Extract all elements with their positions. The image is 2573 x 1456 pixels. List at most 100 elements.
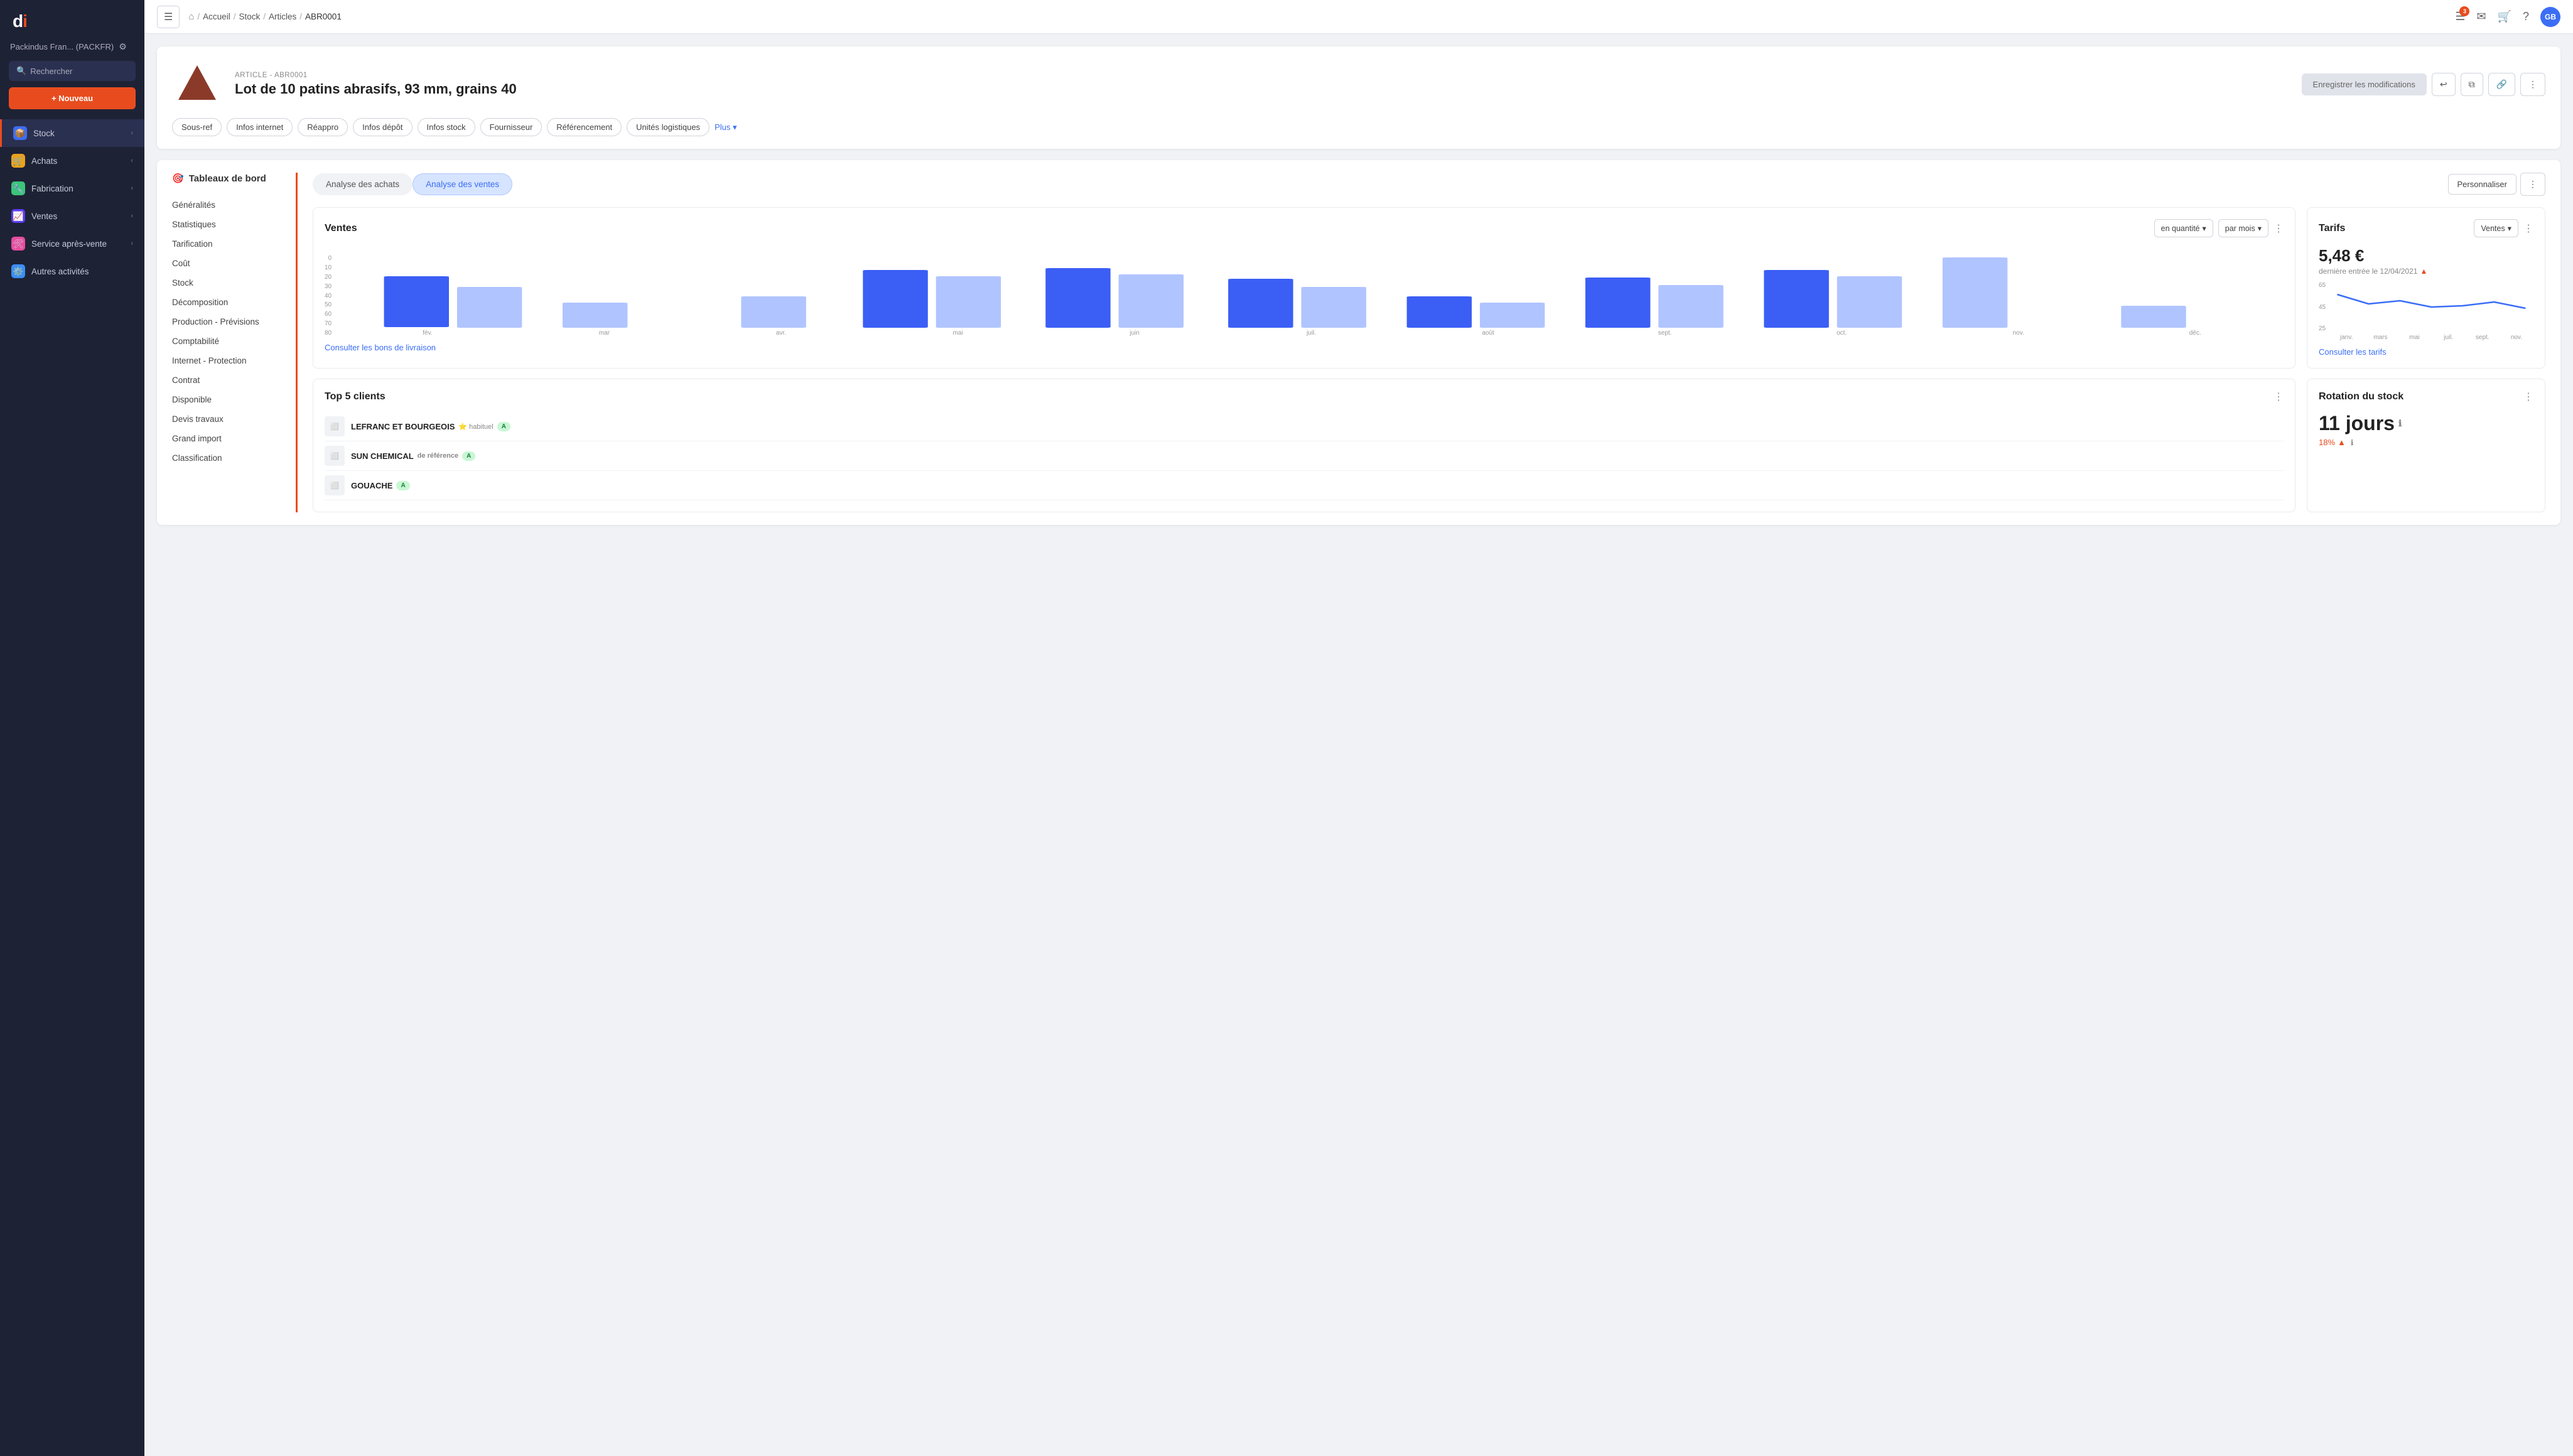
quantity-filter[interactable]: en quantité ▾: [2154, 219, 2213, 237]
menu-cout[interactable]: Coût: [172, 254, 283, 273]
more-button[interactable]: ⋮: [2520, 73, 2545, 96]
x-axis-labels: fév. mar avr. mai juin juil. août sept. …: [335, 330, 2284, 337]
sidebar-logo: di: [0, 0, 144, 38]
personnaliser-button[interactable]: Personnaliser: [2448, 174, 2517, 195]
copy-button[interactable]: ⧉: [2461, 73, 2483, 96]
rotation-more[interactable]: ⋮: [2523, 391, 2533, 403]
sidebar-item-autres[interactable]: ⚙️ Autres activités: [0, 257, 144, 285]
article-header: ARTICLE - ABR0001 Lot de 10 patins abras…: [172, 59, 2545, 109]
tarifs-chart-card: Tarifs Ventes ▾ ⋮ 5,48 € dernière entrée…: [2307, 207, 2545, 369]
cart-icon[interactable]: 🛒: [2498, 10, 2511, 23]
rotation-header: Rotation du stock ⋮: [2319, 391, 2533, 403]
tab-unites-logistiques[interactable]: Unités logistiques: [627, 118, 709, 136]
hamburger-button[interactable]: ☰: [157, 6, 180, 28]
dashboard-title: 🎯 Tableaux de bord: [172, 173, 283, 184]
client-badge-3: A: [396, 481, 409, 490]
sidebar-item-ventes[interactable]: 📈 Ventes ‹: [0, 202, 144, 230]
client-name-3: GOUACHE A: [351, 481, 2284, 490]
menu-contrat[interactable]: Contrat: [172, 370, 283, 390]
tab-referencement[interactable]: Référencement: [547, 118, 622, 136]
achats-icon: 🛒: [11, 154, 25, 168]
tarifs-y-axis: 65 45 25: [2319, 282, 2329, 332]
breadcrumb-stock[interactable]: Stock: [239, 12, 260, 21]
tab-fournisseur[interactable]: Fournisseur: [480, 118, 542, 136]
topbar-right: ☰ 3 ✉ 🛒 ? GB: [2455, 7, 2560, 27]
menu-grand-import[interactable]: Grand import: [172, 429, 283, 448]
dashboard-icon: 🎯: [172, 173, 184, 184]
link-button[interactable]: 🔗: [2488, 73, 2515, 96]
menu-tarification[interactable]: Tarification: [172, 234, 283, 254]
home-icon: ⌂: [188, 11, 194, 22]
user-avatar[interactable]: GB: [2540, 7, 2560, 27]
tarifs-link[interactable]: Consulter les tarifs: [2319, 347, 2533, 357]
stock-icon: 📦: [13, 126, 27, 140]
sidebar-item-fabrication[interactable]: 🔧 Fabrication ‹: [0, 175, 144, 202]
ventes-icon: 📈: [11, 209, 25, 223]
sidebar-item-service[interactable]: 🛠 Service après-vente ‹: [0, 230, 144, 257]
menu-generalites[interactable]: Généralités: [172, 195, 283, 215]
ventes-chart-more[interactable]: ⋮: [2274, 222, 2284, 235]
dashboard-menu: 🎯 Tableaux de bord Généralités Statistiq…: [172, 173, 298, 512]
sidebar-label-autres: Autres activités: [31, 267, 89, 276]
menu-disponible[interactable]: Disponible: [172, 390, 283, 409]
menu-decomposition[interactable]: Décomposition: [172, 293, 283, 312]
tarifs-chart-controls: Ventes ▾ ⋮: [2474, 219, 2533, 237]
tab-infos-stock[interactable]: Infos stock: [418, 118, 475, 136]
tarifs-chart-more[interactable]: ⋮: [2523, 222, 2533, 235]
more-tabs-button[interactable]: Plus ▾: [715, 118, 736, 136]
logo-icon: di: [13, 11, 27, 31]
dashboard-more-button[interactable]: ⋮: [2520, 173, 2545, 196]
line-chart: janv. mars mai juil. sept. nov.: [2329, 282, 2533, 341]
fabrication-icon: 🔧: [11, 181, 25, 195]
menu-stock[interactable]: Stock: [172, 273, 283, 293]
article-info: ARTICLE - ABR0001 Lot de 10 patins abras…: [235, 72, 2289, 97]
client-icon-1: ⬜: [325, 416, 345, 436]
livraison-link[interactable]: Consulter les bons de livraison: [325, 343, 2284, 352]
tarifs-filter[interactable]: Ventes ▾: [2474, 219, 2518, 237]
help-icon[interactable]: ?: [2523, 10, 2529, 23]
breadcrumb: ⌂ / Accueil / Stock / Articles / ABR0001: [188, 11, 341, 22]
sidebar-item-achats[interactable]: 🛒 Achats ‹: [0, 147, 144, 175]
ref-badge: de référence: [418, 452, 458, 460]
list-icon[interactable]: ☰ 3: [2455, 10, 2465, 23]
rotation-trend-icon: ▲: [2338, 438, 2346, 447]
service-icon: 🛠: [11, 237, 25, 251]
menu-internet-protection[interactable]: Internet - Protection: [172, 351, 283, 370]
top5-more[interactable]: ⋮: [2274, 391, 2284, 403]
sidebar-label-ventes: Ventes: [31, 212, 57, 221]
search-bar[interactable]: 🔍 Rechercher: [9, 61, 136, 81]
menu-devis-travaux[interactable]: Devis travaux: [172, 409, 283, 429]
sidebar: di Packindus Fran... (PACKFR) ⚙ 🔍 Recher…: [0, 0, 144, 1456]
rotation-info-icon[interactable]: ℹ: [2398, 418, 2402, 429]
menu-production[interactable]: Production - Prévisions: [172, 312, 283, 332]
chevron-icon: ‹: [131, 129, 133, 137]
period-filter[interactable]: par mois ▾: [2218, 219, 2268, 237]
tab-analyse-achats[interactable]: Analyse des achats: [313, 173, 413, 195]
tarifs-x-labels: janv. mars mai juil. sept. nov.: [2329, 334, 2533, 341]
tab-analyse-ventes[interactable]: Analyse des ventes: [413, 173, 512, 195]
tab-infos-internet[interactable]: Infos internet: [227, 118, 293, 136]
menu-comptabilite[interactable]: Comptabilité: [172, 332, 283, 351]
save-button[interactable]: Enregistrer les modifications: [2302, 73, 2427, 95]
sidebar-company: Packindus Fran... (PACKFR) ⚙: [0, 38, 144, 61]
breadcrumb-articles[interactable]: Articles: [269, 12, 296, 21]
chevron-icon-achats: ‹: [131, 157, 133, 164]
menu-classification[interactable]: Classification: [172, 448, 283, 468]
rotation-info-icon2[interactable]: ℹ: [2351, 438, 2354, 447]
bottom-row: Top 5 clients ⋮ ⬜ LEFRANC ET BOURGEOIS ⭐…: [313, 379, 2545, 512]
ventes-chart-card: Ventes en quantité ▾ par mois ▾ ⋮: [313, 207, 2295, 369]
tab-infos-depot[interactable]: Infos dépôt: [353, 118, 412, 136]
gear-icon[interactable]: ⚙: [119, 41, 127, 52]
client-badge-1: A: [497, 422, 510, 431]
article-title: Lot de 10 patins abrasifs, 93 mm, grains…: [235, 81, 2289, 97]
main-area: ☰ ⌂ / Accueil / Stock / Articles / ABR00…: [144, 0, 2573, 1456]
menu-statistiques[interactable]: Statistiques: [172, 215, 283, 234]
sidebar-item-stock[interactable]: 📦 Stock ‹: [0, 119, 144, 147]
tab-reappro[interactable]: Réappro: [298, 118, 348, 136]
new-button[interactable]: + Nouveau: [9, 87, 136, 109]
tab-sous-ref[interactable]: Sous-ref: [172, 118, 222, 136]
breadcrumb-accueil[interactable]: Accueil: [203, 12, 230, 21]
history-button[interactable]: ↩: [2432, 73, 2456, 96]
mail-icon[interactable]: ✉: [2476, 10, 2486, 23]
content-area: ARTICLE - ABR0001 Lot de 10 patins abras…: [144, 34, 2573, 1456]
